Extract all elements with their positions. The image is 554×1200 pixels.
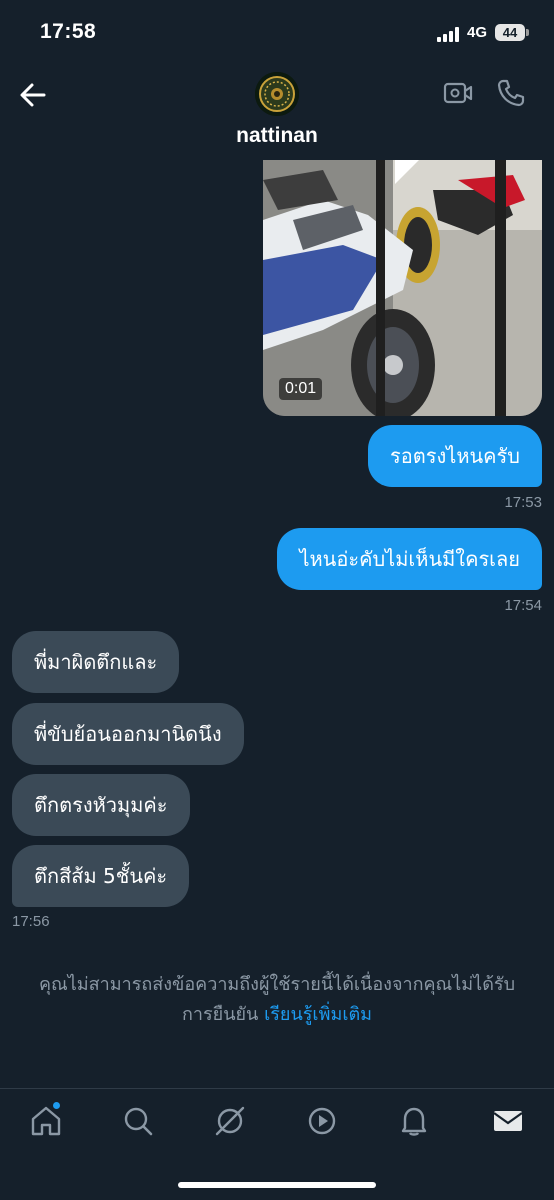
- tab-home[interactable]: [28, 1103, 64, 1139]
- incoming-message[interactable]: พี่มาผิดตึกและ: [12, 631, 180, 693]
- network-type: 4G: [467, 24, 488, 41]
- video-icon: [308, 1107, 336, 1135]
- messages-icon: [493, 1111, 523, 1131]
- notification-dot: [53, 1102, 60, 1109]
- battery-tip: [526, 29, 529, 36]
- tab-notifications[interactable]: [396, 1103, 432, 1139]
- avatar-image: [255, 72, 299, 116]
- video-duration: 0:01: [279, 378, 323, 400]
- outgoing-message[interactable]: ไหนอ่ะคับไม่เห็นมีใครเลย: [277, 528, 542, 590]
- status-time: 17:58: [40, 20, 97, 43]
- notice-text-line2: การยืนยัน เรียนรู้เพิ่มเติม: [0, 1000, 554, 1030]
- notice-text: คุณไม่สามารถส่งข้อความถึงผู้ใช้รายนี้ได้…: [38, 974, 515, 995]
- cannot-message-notice: คุณไม่สามารถส่งข้อความถึงผู้ใช้รายนี้ได้…: [0, 970, 554, 1030]
- battery-icon: 44: [495, 24, 525, 41]
- search-icon: [124, 1107, 153, 1136]
- incoming-message[interactable]: ตึกตรงหัวมุมค่ะ: [12, 774, 190, 836]
- conversation-header: nattinan: [0, 64, 554, 156]
- phone-icon: [497, 79, 525, 107]
- outgoing-message[interactable]: รอตรงไหนครับ: [368, 425, 542, 487]
- message-timestamp: 17:56: [12, 913, 50, 930]
- tab-messages[interactable]: [490, 1103, 526, 1139]
- back-button[interactable]: [16, 78, 50, 112]
- home-icon: [31, 1106, 61, 1136]
- username[interactable]: nattinan: [0, 124, 554, 148]
- video-call-button[interactable]: [440, 78, 474, 108]
- message-timestamp: 17:54: [504, 597, 542, 614]
- tab-search[interactable]: [120, 1103, 156, 1139]
- voice-call-button[interactable]: [494, 76, 528, 110]
- avatar[interactable]: [255, 72, 299, 116]
- video-message[interactable]: 0:01: [263, 160, 542, 416]
- home-indicator: [178, 1182, 376, 1188]
- incoming-message[interactable]: ตึกสีส้ม 5ชั้นค่ะ: [12, 845, 190, 907]
- tab-communities[interactable]: [212, 1103, 248, 1139]
- status-bar: 17:58 4G 44: [0, 0, 554, 64]
- play-icon[interactable]: [391, 160, 421, 188]
- notifications-icon: [401, 1107, 427, 1136]
- communities-icon: [215, 1106, 245, 1136]
- back-arrow-icon: [20, 83, 46, 107]
- video-camera-icon: [443, 82, 473, 104]
- incoming-message[interactable]: พี่ขับย้อนออกมานิดนึง: [12, 703, 244, 765]
- notice-text-continued: การยืนยัน: [181, 1004, 259, 1025]
- signal-icon: [437, 26, 463, 42]
- learn-more-link[interactable]: เรียนรู้เพิ่มเติม: [264, 1004, 372, 1025]
- tab-video[interactable]: [304, 1103, 340, 1139]
- message-timestamp: 17:53: [504, 494, 542, 511]
